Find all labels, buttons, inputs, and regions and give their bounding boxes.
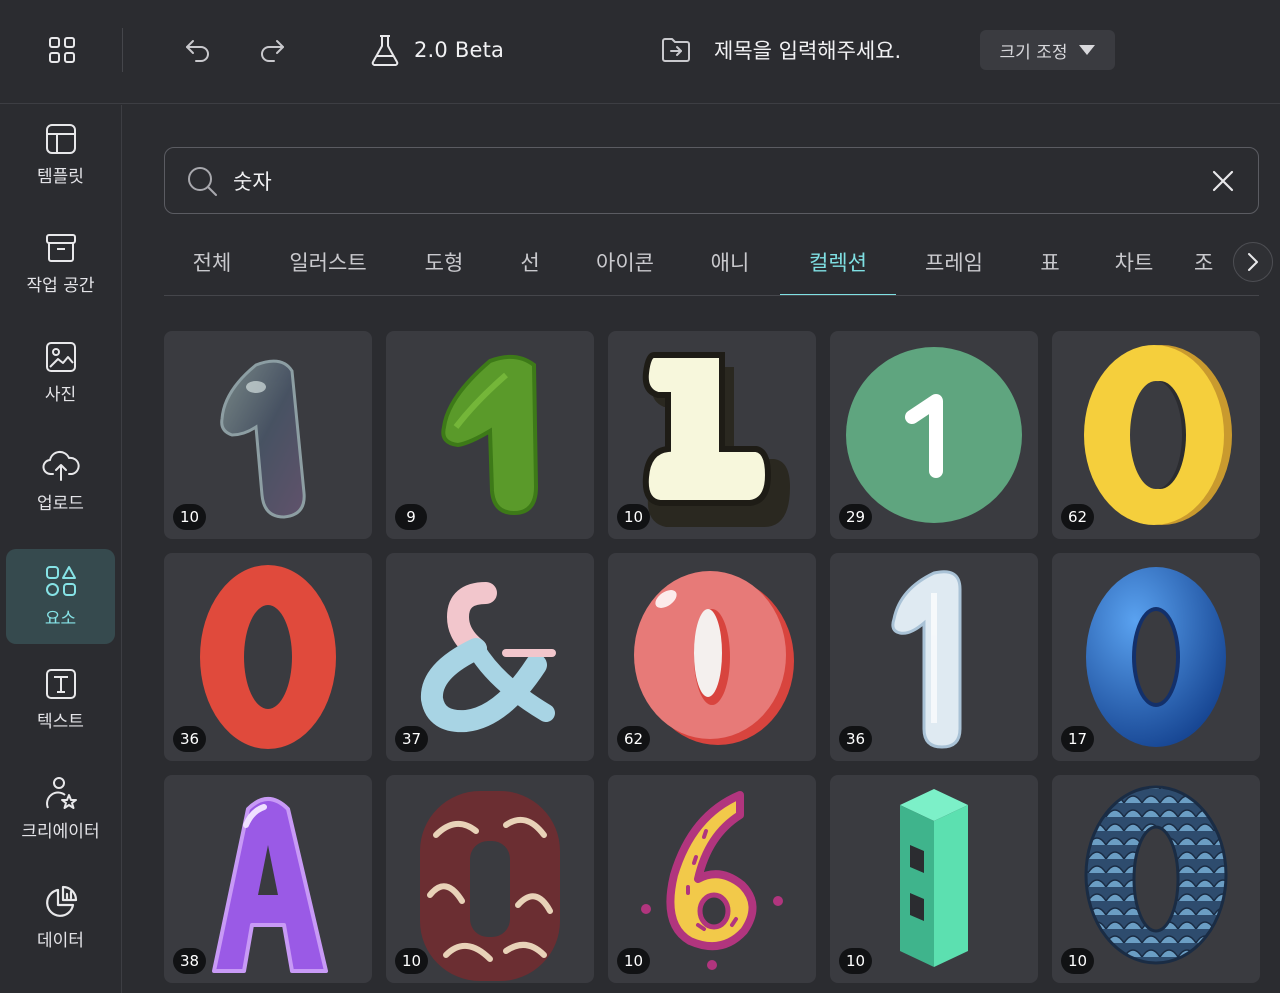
sidebar-item-label: 업로드 xyxy=(37,494,84,514)
count-badge: 38 xyxy=(173,948,207,974)
sidebar-item-label: 데이터 xyxy=(37,931,84,951)
collection-tile[interactable]: 36 xyxy=(830,553,1038,761)
redo-button[interactable] xyxy=(252,30,292,70)
tab-all[interactable]: 전체 xyxy=(164,228,260,295)
count-badge: 17 xyxy=(1061,726,1095,752)
folder-move-icon xyxy=(662,38,690,62)
collection-tile[interactable]: 17 xyxy=(1052,553,1260,761)
collection-tile[interactable]: 62 xyxy=(1052,331,1260,539)
count-badge: 37 xyxy=(395,726,429,752)
collection-tile[interactable]: 10 xyxy=(830,775,1038,983)
redo-icon xyxy=(261,40,284,62)
text-t-icon xyxy=(45,669,76,699)
tab-icon[interactable]: 아이콘 xyxy=(574,228,676,295)
version-label: 2.0 Beta xyxy=(414,38,505,62)
cloud-upload-icon xyxy=(42,450,80,481)
active-tab-indicator xyxy=(780,294,896,295)
collection-tile[interactable]: 10 xyxy=(1052,775,1260,983)
count-badge: 36 xyxy=(839,726,873,752)
collection-tile[interactable]: 62 xyxy=(608,553,816,761)
count-badge: 29 xyxy=(839,504,873,530)
apps-grid-button[interactable] xyxy=(36,30,88,70)
sidebar-item-data[interactable]: 데이터 xyxy=(6,870,115,965)
sidebar-item-creator[interactable]: 크리에이터 xyxy=(6,761,115,856)
clear-search-icon[interactable] xyxy=(1210,168,1236,194)
top-bar: 2.0 Beta 제목을 입력해주세요. 크기 조정 xyxy=(0,0,1280,104)
tab-animation[interactable]: 애니 xyxy=(690,228,770,295)
tab-illustration[interactable]: 일러스트 xyxy=(268,228,388,295)
collection-tile[interactable]: 10 xyxy=(386,775,594,983)
undo-icon xyxy=(186,40,209,62)
tabs-next-button[interactable] xyxy=(1233,242,1273,282)
topbar-divider xyxy=(122,28,123,72)
search-bar xyxy=(164,147,1259,214)
tab-chart[interactable]: 차트 xyxy=(1094,228,1174,295)
undo-button[interactable] xyxy=(178,30,218,70)
sidebar-item-label: 작업 공간 xyxy=(26,276,95,296)
sidebar-item-label: 텍스트 xyxy=(37,712,84,732)
document-title-text: 제목을 입력해주세요. xyxy=(714,39,902,63)
sidebar-item-label: 크리에이터 xyxy=(21,822,100,842)
collection-tile[interactable]: 38 xyxy=(164,775,372,983)
count-badge: 62 xyxy=(1061,504,1095,530)
resize-label: 크기 조정 xyxy=(999,42,1068,63)
chevron-right-icon xyxy=(1248,253,1258,271)
sidebar-item-photo[interactable]: 사진 xyxy=(6,325,115,420)
count-badge: 36 xyxy=(173,726,207,752)
count-badge: 10 xyxy=(1061,948,1095,974)
sidebar: 템플릿 작업 공간 사진 업로드 요소 텍스트 크리에이터 데이터 xyxy=(0,105,122,993)
tab-line[interactable]: 선 xyxy=(500,228,560,295)
category-tabs: 전체 일러스트 도형 선 아이콘 애니 컬렉션 프레임 표 차트 조 xyxy=(164,228,1259,296)
collection-tile[interactable]: 36 xyxy=(164,553,372,761)
count-badge: 10 xyxy=(395,948,429,974)
flask-icon xyxy=(371,35,399,66)
apps-grid-icon xyxy=(49,37,75,63)
sidebar-item-label: 요소 xyxy=(44,609,77,629)
tab-table[interactable]: 표 xyxy=(1020,228,1080,295)
count-badge: 9 xyxy=(395,504,427,530)
archive-box-icon xyxy=(45,234,76,262)
collection-tile[interactable]: 29 xyxy=(830,331,1038,539)
sidebar-item-template[interactable]: 템플릿 xyxy=(6,107,115,202)
collection-tile[interactable]: 10 xyxy=(164,331,372,539)
tab-frame[interactable]: 프레임 xyxy=(904,228,1004,295)
collection-tile[interactable]: 10 xyxy=(608,775,816,983)
sidebar-item-upload[interactable]: 업로드 xyxy=(6,434,115,529)
sidebar-item-text[interactable]: 텍스트 xyxy=(6,652,115,747)
collection-tile[interactable]: 37 xyxy=(386,553,594,761)
search-icon xyxy=(188,167,217,196)
tab-collection[interactable]: 컬렉션 xyxy=(780,228,896,295)
collection-tile[interactable]: 10 xyxy=(608,331,816,539)
beta-version[interactable]: 2.0 Beta xyxy=(370,30,504,70)
collection-tile[interactable]: 9 xyxy=(386,331,594,539)
creator-star-icon xyxy=(45,777,77,809)
sidebar-item-elements[interactable]: 요소 xyxy=(6,549,115,644)
count-badge: 62 xyxy=(617,726,651,752)
sidebar-item-workspace[interactable]: 작업 공간 xyxy=(6,216,115,311)
count-badge: 10 xyxy=(839,948,873,974)
resize-dropdown[interactable]: 크기 조정 xyxy=(980,30,1115,70)
tab-shape[interactable]: 도형 xyxy=(402,228,486,295)
document-title[interactable]: 제목을 입력해주세요. xyxy=(660,30,901,70)
template-icon xyxy=(45,124,76,154)
shapes-icon xyxy=(45,566,76,596)
photo-icon xyxy=(45,342,76,372)
search-input[interactable] xyxy=(233,162,1193,200)
sidebar-item-label: 사진 xyxy=(44,385,77,405)
pie-chart-icon xyxy=(45,885,77,917)
count-badge: 10 xyxy=(617,948,651,974)
count-badge: 10 xyxy=(173,504,207,530)
sidebar-item-label: 템플릿 xyxy=(37,167,84,187)
count-badge: 10 xyxy=(617,504,651,530)
caret-down-icon xyxy=(1079,45,1096,55)
